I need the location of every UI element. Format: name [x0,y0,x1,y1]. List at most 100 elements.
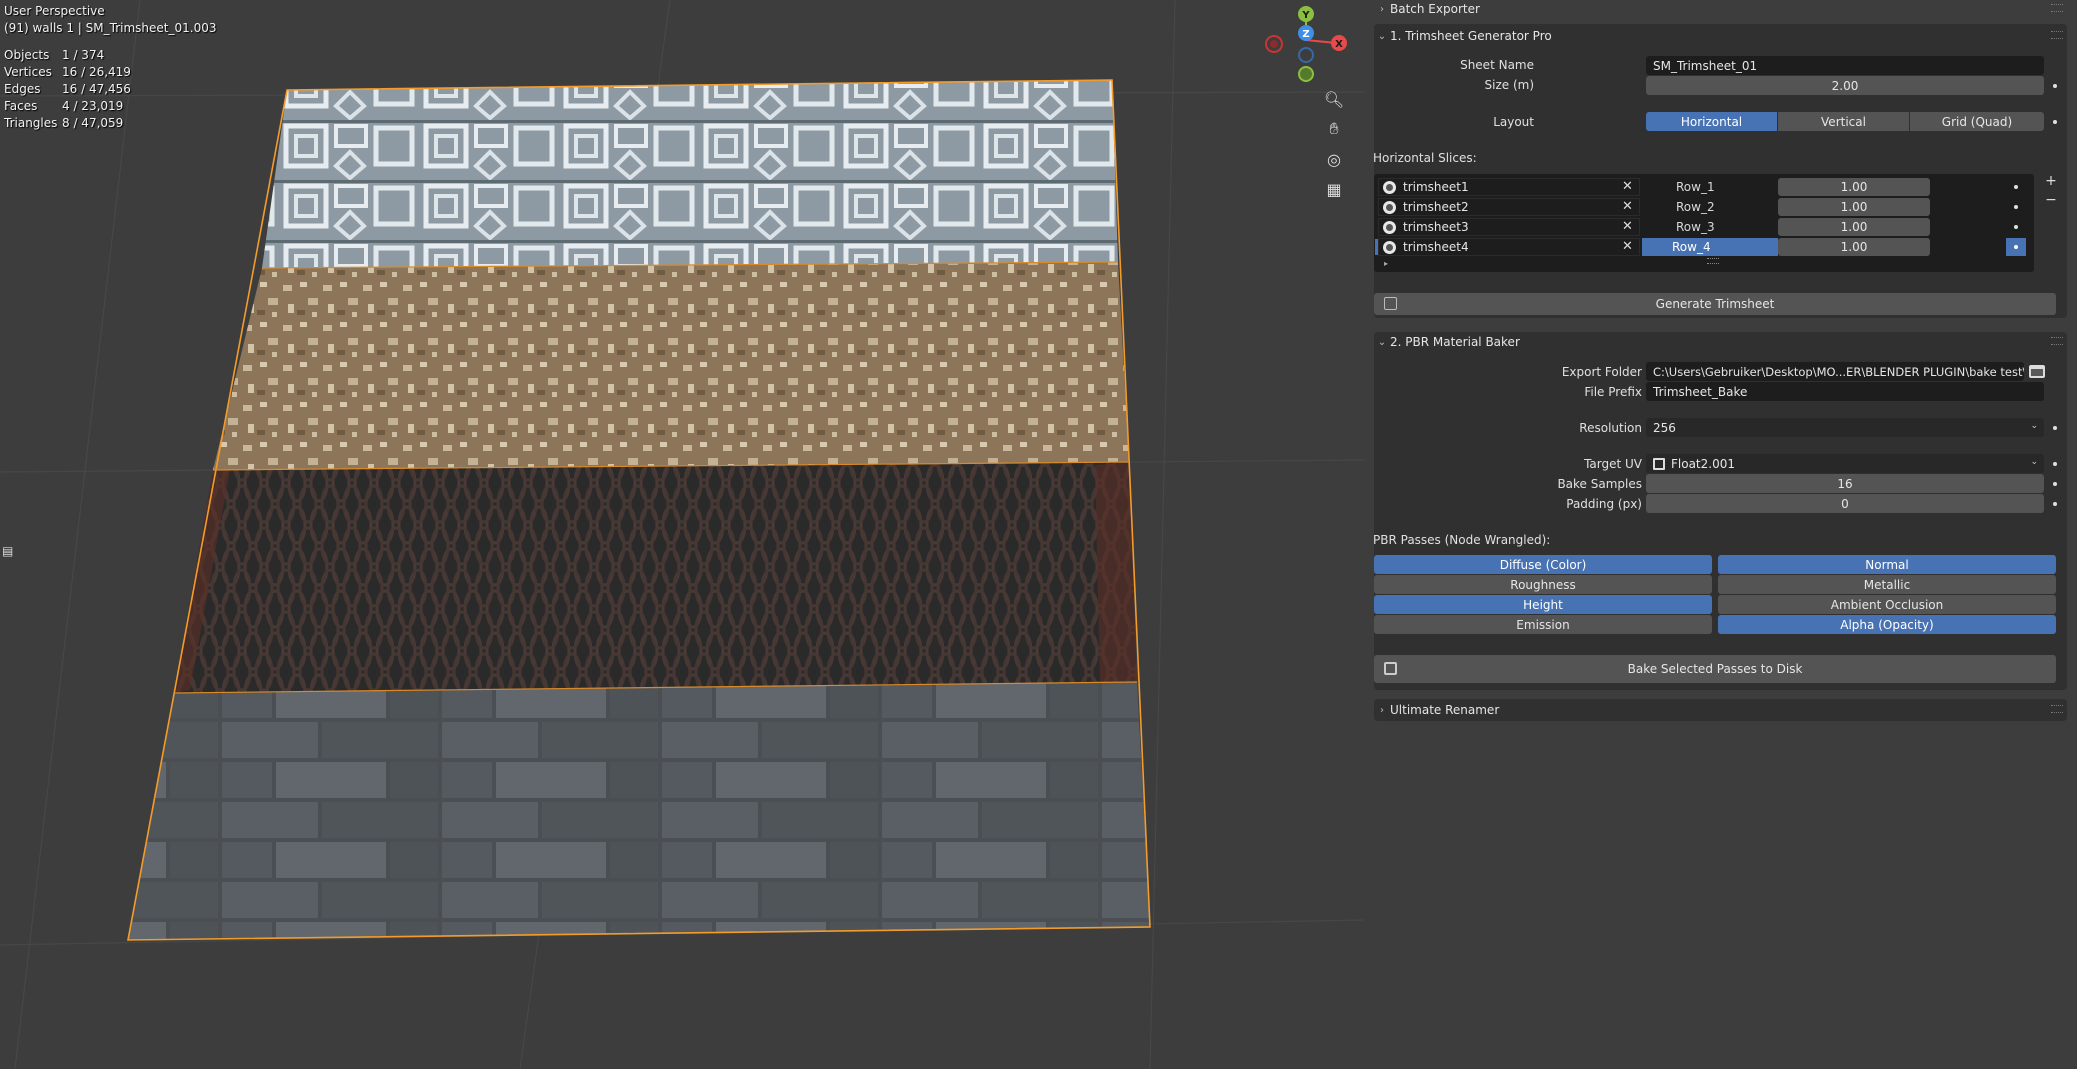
chevron-down-icon: ⌄ [2030,457,2038,467]
stat-row: Objects 1 / 374 [4,48,105,62]
chevron-down-icon: ⌄ [1377,30,1387,42]
chevron-down-icon: ⌄ [1377,336,1387,348]
keyframe-dot-icon[interactable] [2053,502,2057,506]
drag-grip-icon[interactable] [2051,705,2063,713]
keyframe-dot-icon[interactable] [2053,482,2057,486]
row-name[interactable]: Row_3 [1646,218,1776,236]
pass-alpha-toggle[interactable]: Alpha (Opacity) [1718,615,2056,634]
list-resize-grip-icon[interactable] [1707,258,1719,264]
folder-icon[interactable] [2029,365,2045,378]
panel-title: 1. Trimsheet Generator Pro [1390,29,1552,43]
list-item[interactable]: trimsheet2 ✕ Row_2 1.00 [1378,198,2028,217]
panel-header-trimsheet[interactable]: ⌄ 1. Trimsheet Generator Pro [1374,25,2067,47]
trimsheet-row-3 [174,462,1137,693]
material-globe-icon [1383,201,1396,214]
sheet-name-label: Sheet Name [1460,58,1534,72]
3d-viewport[interactable]: Y Z X User Perspective (91) walls 1 | SM… [0,0,1364,1069]
bake-samples-field[interactable]: 16 [1646,474,2044,493]
viewport-info: User Perspective (91) walls 1 | SM_Trims… [4,3,216,132]
export-icon [1384,662,1397,675]
file-prefix-label: File Prefix [1584,385,1642,399]
panel-header-batch-exporter[interactable]: › Batch Exporter [1374,0,2067,20]
keyframe-dot-icon[interactable] [2014,185,2018,189]
keyframe-dot-icon[interactable] [2053,462,2057,466]
bake-passes-button[interactable]: Bake Selected Passes to Disk [1374,655,2056,683]
list-item-selected[interactable]: trimsheet4 ✕ Row_4 1.00 [1375,238,2028,257]
clear-x-icon[interactable]: ✕ [1622,199,1633,214]
panel-header-baker[interactable]: ⌄ 2. PBR Material Baker [1374,331,2067,353]
clear-x-icon[interactable]: ✕ [1622,239,1633,254]
camera-icon[interactable]: ◎ [1319,144,1349,174]
sidebar-toggle-icon[interactable]: ▤ [2,544,18,560]
generate-checkbox[interactable] [1384,297,1397,310]
keyframe-dot-icon[interactable] [2053,84,2057,88]
expand-triangle-icon[interactable]: ▸ [1384,259,1388,268]
panel-title: Batch Exporter [1390,2,1480,16]
keyframe-dot-icon[interactable] [2053,426,2057,430]
target-uv-dropdown[interactable]: Float2.001 ⌄ [1646,454,2044,473]
pass-ao-toggle[interactable]: Ambient Occlusion [1718,595,2056,614]
keyframe-dot-icon[interactable] [2014,225,2018,229]
keyframe-dot-icon[interactable] [2014,205,2018,209]
drag-grip-icon[interactable] [2051,337,2063,345]
stat-row: Edges 16 / 47,456 [4,82,131,96]
pass-metallic-toggle[interactable]: Metallic [1718,575,2056,594]
material-globe-icon [1383,221,1396,234]
size-field[interactable]: 2.00 [1646,76,2044,95]
row-weight-field[interactable]: 1.00 [1778,218,1930,236]
material-field[interactable]: trimsheet3 [1378,218,1640,236]
pass-height-toggle[interactable]: Height [1374,595,1712,614]
sheet-name-field[interactable]: SM_Trimsheet_01 [1646,56,2044,75]
slices-label: Horizontal Slices: [1373,151,1477,165]
gizmo-y-label: Y [1301,10,1310,21]
resolution-dropdown[interactable]: 256 ⌄ [1646,418,2044,437]
material-field[interactable]: trimsheet1 [1378,178,1640,196]
pass-emission-toggle[interactable]: Emission [1374,615,1712,634]
generate-trimsheet-button[interactable]: Generate Trimsheet [1374,293,2056,315]
gizmo-x-label: X [1335,39,1343,50]
view-subtitle: (91) walls 1 | SM_Trimsheet_01.003 [4,21,217,35]
material-globe-icon [1383,181,1396,194]
layout-horizontal-button[interactable]: Horizontal [1646,112,1777,131]
row-weight-field[interactable]: 1.00 [1778,238,1930,256]
row-weight-field[interactable]: 1.00 [1778,198,1930,216]
drag-grip-icon[interactable] [2051,31,2063,39]
layout-vertical-button[interactable]: Vertical [1778,112,1909,131]
row-name[interactable]: Row_4 [1642,238,1778,256]
clear-x-icon[interactable]: ✕ [1622,179,1633,194]
stat-row: Faces 4 / 23,019 [4,99,124,113]
perspective-grid-icon[interactable]: ▦ [1319,174,1349,204]
resolution-label: Resolution [1579,421,1642,435]
clear-x-icon[interactable]: ✕ [1622,219,1633,234]
list-item[interactable]: trimsheet3 ✕ Row_3 1.00 [1378,218,2028,237]
material-field[interactable]: trimsheet2 [1378,198,1640,216]
file-prefix-field[interactable]: Trimsheet_Bake [1646,382,2044,401]
chevron-right-icon: › [1380,3,1384,15]
target-uv-label: Target UV [1584,457,1642,471]
drag-grip-icon[interactable] [2051,4,2063,12]
add-slice-button[interactable]: + [2044,173,2058,189]
layout-label: Layout [1493,115,1534,129]
keyframe-dot-icon[interactable] [2014,245,2018,249]
padding-label: Padding (px) [1566,497,1642,511]
chevron-right-icon: › [1380,704,1384,716]
list-item[interactable]: trimsheet1 ✕ Row_1 1.00 [1378,178,2028,197]
remove-slice-button[interactable]: − [2044,192,2058,208]
row-weight-field[interactable]: 1.00 [1778,178,1930,196]
panel-header-renamer[interactable]: › Ultimate Renamer [1374,699,2067,721]
pass-diffuse-toggle[interactable]: Diffuse (Color) [1374,555,1712,574]
material-field[interactable]: trimsheet4 [1378,238,1640,256]
row-name[interactable]: Row_2 [1646,198,1776,216]
layout-grid-button[interactable]: Grid (Quad) [1910,112,2044,131]
stat-row: Triangles 8 / 47,059 [4,116,124,130]
export-folder-field[interactable]: C:\Users\Gebruiker\Desktop\MO...ER\BLEND… [1646,362,2024,381]
keyframe-dot-icon[interactable] [2053,120,2057,124]
row-name[interactable]: Row_1 [1646,178,1776,196]
view-title: User Perspective [4,4,105,18]
pass-roughness-toggle[interactable]: Roughness [1374,575,1712,594]
pbr-passes-label: PBR Passes (Node Wrangled): [1373,533,1551,547]
panel-title: Ultimate Renamer [1390,703,1500,717]
padding-field[interactable]: 0 [1646,494,2044,513]
pass-normal-toggle[interactable]: Normal [1718,555,2056,574]
uv-map-icon [1653,457,1665,470]
